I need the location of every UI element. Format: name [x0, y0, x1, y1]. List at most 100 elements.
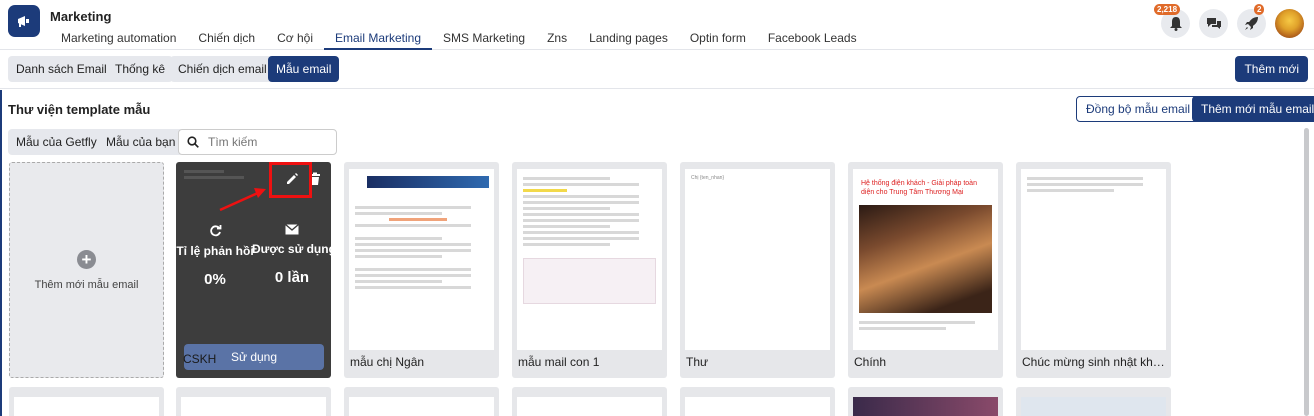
template-thumbnail: Chị {ten_nhan}	[685, 169, 830, 350]
template-card[interactable]	[848, 387, 1003, 416]
template-card[interactable]: Chị {ten_nhan} Thư	[680, 162, 835, 378]
thumb-line	[859, 321, 975, 324]
chat-button[interactable]	[1199, 9, 1228, 38]
app-title: Marketing	[50, 9, 112, 24]
thumb-line	[523, 177, 610, 180]
template-card[interactable]: Hệ thống điện khách - Giải pháp toàn diệ…	[848, 162, 1003, 378]
thumb-line	[1027, 183, 1143, 186]
template-card[interactable]	[680, 387, 835, 416]
main-nav: Marketing automation Chiến dịch Cơ hội E…	[50, 26, 868, 50]
email-subnav: Danh sách Email Thống kê Chiến dịch emai…	[0, 51, 1314, 89]
thumb-banner	[367, 176, 489, 188]
email-list-button[interactable]: Danh sách Email	[8, 56, 115, 82]
thumb-photo	[859, 205, 992, 313]
stat-label: Được sử dụng	[252, 242, 331, 256]
template-card[interactable]: mẫu mail con 1	[512, 162, 667, 378]
template-name: Thư	[686, 355, 709, 369]
thumb-line	[523, 195, 639, 198]
thumb-line	[523, 219, 639, 222]
stat-value: 0 lần	[274, 269, 310, 286]
thumb-line	[523, 189, 567, 192]
stat-response-rate: Tỉ lệ phản hồi 0%	[176, 224, 255, 288]
thumb-line	[523, 207, 610, 210]
template-card[interactable]: mẫu chị Ngân	[344, 162, 499, 378]
template-thumbnail	[349, 169, 494, 350]
search-box	[178, 129, 337, 155]
thumb-line	[355, 280, 442, 283]
thumb-line	[184, 170, 224, 173]
template-card[interactable]	[1016, 387, 1171, 416]
thumb-line	[523, 225, 610, 228]
add-template-card[interactable]: + Thêm mới mẫu email	[9, 162, 164, 378]
thumb-line	[355, 243, 471, 246]
template-thumbnail	[349, 397, 494, 416]
thumb-line	[523, 201, 639, 204]
annotation-arrow-icon	[219, 188, 266, 212]
nav-tab-email-marketing[interactable]: Email Marketing	[324, 26, 433, 50]
user-avatar[interactable]	[1275, 9, 1304, 38]
my-templates-filter[interactable]: Mẫu của bạn	[98, 129, 184, 155]
template-card[interactable]	[176, 387, 331, 416]
plus-icon: +	[77, 249, 96, 269]
template-name: mẫu chị Ngân	[350, 355, 425, 369]
add-template-label: Thêm mới mẫu email	[34, 278, 139, 291]
thumb-line	[1027, 177, 1143, 180]
template-thumbnail	[853, 397, 998, 416]
bell-icon	[1169, 17, 1182, 31]
nav-tab-sms-marketing[interactable]: SMS Marketing	[432, 26, 536, 50]
template-thumbnail	[517, 397, 662, 416]
thumb-line	[523, 231, 639, 234]
add-new-button[interactable]: Thêm mới	[1235, 56, 1308, 82]
template-card[interactable]	[512, 387, 667, 416]
refresh-icon	[209, 225, 221, 237]
template-thumbnail: Hệ thống điện khách - Giải pháp toàn diệ…	[853, 169, 998, 350]
search-input[interactable]	[208, 135, 318, 149]
thumb-line	[523, 237, 639, 240]
template-card[interactable]	[9, 387, 164, 416]
notifications-badge: 2,218	[1154, 4, 1181, 15]
template-thumbnail	[14, 397, 159, 416]
template-thumbnail	[685, 397, 830, 416]
thumb-line	[355, 237, 442, 240]
statistics-button[interactable]: Thống kê	[107, 56, 174, 82]
nav-tab-landing-pages[interactable]: Landing pages	[578, 26, 679, 50]
nav-tab-zns[interactable]: Zns	[536, 26, 578, 50]
accent-border	[0, 90, 2, 416]
edit-highlight-box	[269, 162, 312, 198]
megaphone-icon[interactable]	[8, 5, 40, 37]
notifications-button[interactable]: 2,218	[1154, 4, 1190, 38]
thumb-line	[389, 218, 447, 221]
nav-tab-opportunities[interactable]: Cơ hội	[266, 26, 324, 50]
add-template-button[interactable]: Thêm mới mẫu email	[1192, 96, 1314, 122]
thumb-title: Hệ thống điện khách - Giải pháp toàn diệ…	[861, 180, 977, 196]
header-actions: 2,218 2	[1154, 4, 1304, 38]
nav-tab-marketing-automation[interactable]: Marketing automation	[50, 26, 187, 50]
template-card[interactable]	[344, 387, 499, 416]
getfly-templates-filter[interactable]: Mẫu của Getfly	[8, 129, 105, 155]
nav-tab-facebook-leads[interactable]: Facebook Leads	[757, 26, 868, 50]
stat-value: 0%	[204, 271, 226, 288]
stat-label: Tỉ lệ phản hồi	[176, 244, 254, 258]
thumb-line	[355, 255, 442, 258]
thumb-line	[355, 286, 471, 289]
nav-tab-campaigns[interactable]: Chiến dịch	[187, 26, 266, 50]
template-card[interactable]: Chúc mừng sinh nhật khách ...	[1016, 162, 1171, 378]
email-campaigns-button[interactable]: Chiến dịch email	[170, 56, 275, 82]
thumb-line	[355, 249, 471, 252]
nav-tab-optin-form[interactable]: Optin form	[679, 26, 757, 50]
rocket-button[interactable]: 2	[1237, 4, 1266, 38]
thumb-line	[1027, 189, 1114, 192]
rocket-badge: 2	[1254, 4, 1265, 15]
template-name: Chính	[854, 355, 887, 369]
template-thumbnail	[1021, 169, 1166, 350]
envelope-icon	[285, 223, 299, 235]
thumb-footer	[523, 258, 656, 304]
template-name: Chúc mừng sinh nhật khách ...	[1022, 355, 1165, 369]
sync-templates-button[interactable]: Đồng bộ mẫu email	[1076, 96, 1201, 122]
scrollbar[interactable]	[1304, 128, 1309, 416]
email-templates-button[interactable]: Mẫu email	[268, 56, 340, 82]
template-thumbnail	[1021, 397, 1166, 416]
top-header: Marketing Marketing automation Chiến dịc…	[0, 0, 1314, 50]
thumb-line	[523, 243, 610, 246]
template-name-cskh: CSKH	[183, 352, 217, 366]
